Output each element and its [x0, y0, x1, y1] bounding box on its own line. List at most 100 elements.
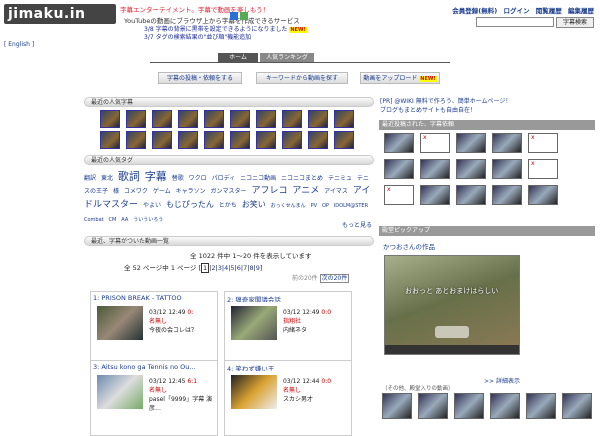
video-title[interactable]: 4: 笑わず嫌い王 — [225, 361, 351, 371]
login-link[interactable]: ログイン — [503, 7, 529, 15]
subtitle-thumb[interactable] — [308, 131, 328, 149]
request-thumb[interactable] — [528, 185, 558, 205]
subtitle-thumb[interactable] — [204, 131, 224, 149]
tag-link[interactable]: Combat — [84, 217, 104, 223]
tag-link[interactable]: 替歌 — [172, 175, 184, 182]
tab-home[interactable]: ホーム — [218, 53, 258, 62]
news-item-1[interactable]: 3/8 字幕の背景に黒帯を設定できるようになりました NEW! — [144, 26, 307, 34]
subtitle-thumb[interactable] — [152, 131, 172, 149]
subtitle-thumb[interactable] — [126, 110, 146, 128]
bookmark-icon[interactable] — [240, 12, 248, 20]
tag-link[interactable]: IDOLM@STER — [334, 203, 368, 209]
news-item-2[interactable]: 3/7 タグの検索結果の"並び順"機能追加 — [144, 34, 307, 42]
request-thumb[interactable] — [420, 133, 450, 153]
request-thumb[interactable] — [492, 185, 522, 205]
page-link[interactable]: 8 — [249, 264, 253, 272]
tab-ranking[interactable]: 人気ランキング — [260, 53, 314, 62]
request-thumb[interactable] — [456, 159, 486, 179]
request-thumb[interactable] — [492, 159, 522, 179]
subtitle-thumb[interactable] — [126, 131, 146, 149]
pickup-thumb[interactable] — [382, 393, 412, 419]
rss-icon[interactable] — [230, 12, 238, 20]
player-controls[interactable] — [385, 345, 519, 354]
video-title[interactable]: 1: PRISON BREAK - TATTOO — [91, 292, 217, 302]
pr-banner[interactable]: [PR] @WIKI 無料で作ろう、簡単ホームページ！ ブログもまとめサイトも自… — [380, 97, 511, 115]
subtitle-thumb[interactable] — [256, 131, 276, 149]
video-thumbnail[interactable] — [231, 306, 277, 340]
tag-link[interactable]: アフレコ — [251, 186, 287, 196]
tag-link[interactable]: ゲーム — [153, 188, 171, 195]
subtitle-thumb[interactable] — [152, 110, 172, 128]
subtitle-thumb[interactable] — [100, 110, 120, 128]
tag-link[interactable]: OP — [322, 203, 329, 209]
tag-link[interactable]: AA — [121, 217, 128, 223]
subtitle-thumb[interactable] — [282, 110, 302, 128]
subtitle-thumb[interactable] — [334, 131, 354, 149]
subtitle-thumb[interactable] — [230, 110, 250, 128]
next-link[interactable]: 次の20件 — [319, 274, 350, 283]
tag-link[interactable]: もじぴったん — [166, 200, 214, 209]
view-history-link[interactable]: 閲覧履歴 — [536, 7, 562, 15]
edit-history-link[interactable]: 編集履歴 — [568, 7, 594, 15]
video-card[interactable]: 2: 猟奇家閣議会話 03/12 12:49 0:0 指翔社 内緒ネタ — [224, 291, 352, 367]
keyword-search-button[interactable]: キーワードから動画を探す — [256, 72, 348, 84]
tag-link[interactable]: キャラソン — [176, 188, 206, 195]
request-thumb[interactable] — [384, 133, 414, 153]
pickup-thumb[interactable] — [562, 393, 592, 419]
pickup-author[interactable]: かつおさんの作品 — [383, 241, 435, 251]
play-button[interactable] — [435, 326, 469, 338]
subtitle-thumb[interactable] — [230, 131, 250, 149]
pickup-thumb[interactable] — [490, 393, 520, 419]
tag-link[interactable]: やよい — [143, 202, 161, 209]
tag-link[interactable]: お笑い — [242, 200, 266, 209]
request-thumb[interactable] — [420, 185, 450, 205]
page-link[interactable]: 3 — [218, 264, 222, 272]
tag-link[interactable]: 字幕 — [145, 170, 167, 183]
page-link[interactable]: 9 — [256, 264, 260, 272]
request-thumb[interactable] — [456, 185, 486, 205]
request-thumb[interactable] — [420, 159, 450, 179]
tag-link[interactable]: パロディ — [212, 175, 236, 182]
subtitle-thumb[interactable] — [256, 110, 276, 128]
prev-link[interactable]: 前の20件 — [292, 275, 318, 282]
subtitle-thumb[interactable] — [100, 131, 120, 149]
video-title[interactable]: 3: Aitsu kono ga Tennis no Ou... — [91, 361, 217, 371]
request-thumb[interactable] — [456, 133, 486, 153]
detail-link[interactable]: >> 詳細表示 — [484, 376, 520, 385]
pickup-thumb[interactable] — [454, 393, 484, 419]
video-thumbnail[interactable] — [97, 375, 143, 409]
page-link[interactable]: 7 — [243, 264, 247, 272]
page-link[interactable]: 4 — [224, 264, 228, 272]
post-request-button[interactable]: 字幕の投稿・依頼をする — [158, 72, 242, 84]
more-tags-link[interactable]: もっと見る — [342, 220, 372, 229]
english-link[interactable]: [ English ] — [4, 41, 34, 48]
request-thumb[interactable] — [492, 133, 522, 153]
video-player[interactable]: おおっと あとおまけはらしい — [384, 255, 520, 355]
subtitle-thumb[interactable] — [178, 110, 198, 128]
page-link[interactable]: 1 — [201, 263, 210, 273]
pickup-thumb[interactable] — [418, 393, 448, 419]
site-logo[interactable]: jimaku.in — [4, 4, 116, 24]
tag-link[interactable]: テニミュ — [328, 175, 352, 182]
tag-link[interactable]: ワクロ — [189, 175, 207, 182]
video-card[interactable]: 1: PRISON BREAK - TATTOO 03/12 12:49 0: … — [90, 291, 218, 367]
pickup-thumb[interactable] — [526, 393, 556, 419]
tag-link[interactable]: ガンマスター — [211, 188, 247, 195]
register-link[interactable]: 会員登録(無料) — [452, 7, 497, 15]
tag-link[interactable]: CM — [109, 217, 117, 223]
search-button[interactable]: 字幕検索 — [556, 17, 594, 28]
request-thumb[interactable] — [384, 159, 414, 179]
video-thumbnail[interactable] — [231, 375, 277, 409]
page-link[interactable]: 2 — [211, 264, 215, 272]
subtitle-thumb[interactable] — [204, 110, 224, 128]
tag-link[interactable]: ニコニコ動画 — [240, 175, 276, 182]
tag-link[interactable]: 東北 — [101, 175, 113, 182]
subtitle-thumb[interactable] — [282, 131, 302, 149]
tag-link[interactable]: おっくせんまん — [271, 203, 306, 209]
page-link[interactable]: 5 — [230, 264, 234, 272]
tag-link[interactable]: コメワク — [124, 188, 148, 195]
tag-link[interactable]: 歌詞 — [118, 170, 140, 183]
video-title[interactable]: 2: 猟奇家閣議会話 — [225, 292, 351, 302]
subtitle-thumb[interactable] — [334, 110, 354, 128]
tag-link[interactable]: PV — [311, 203, 317, 209]
